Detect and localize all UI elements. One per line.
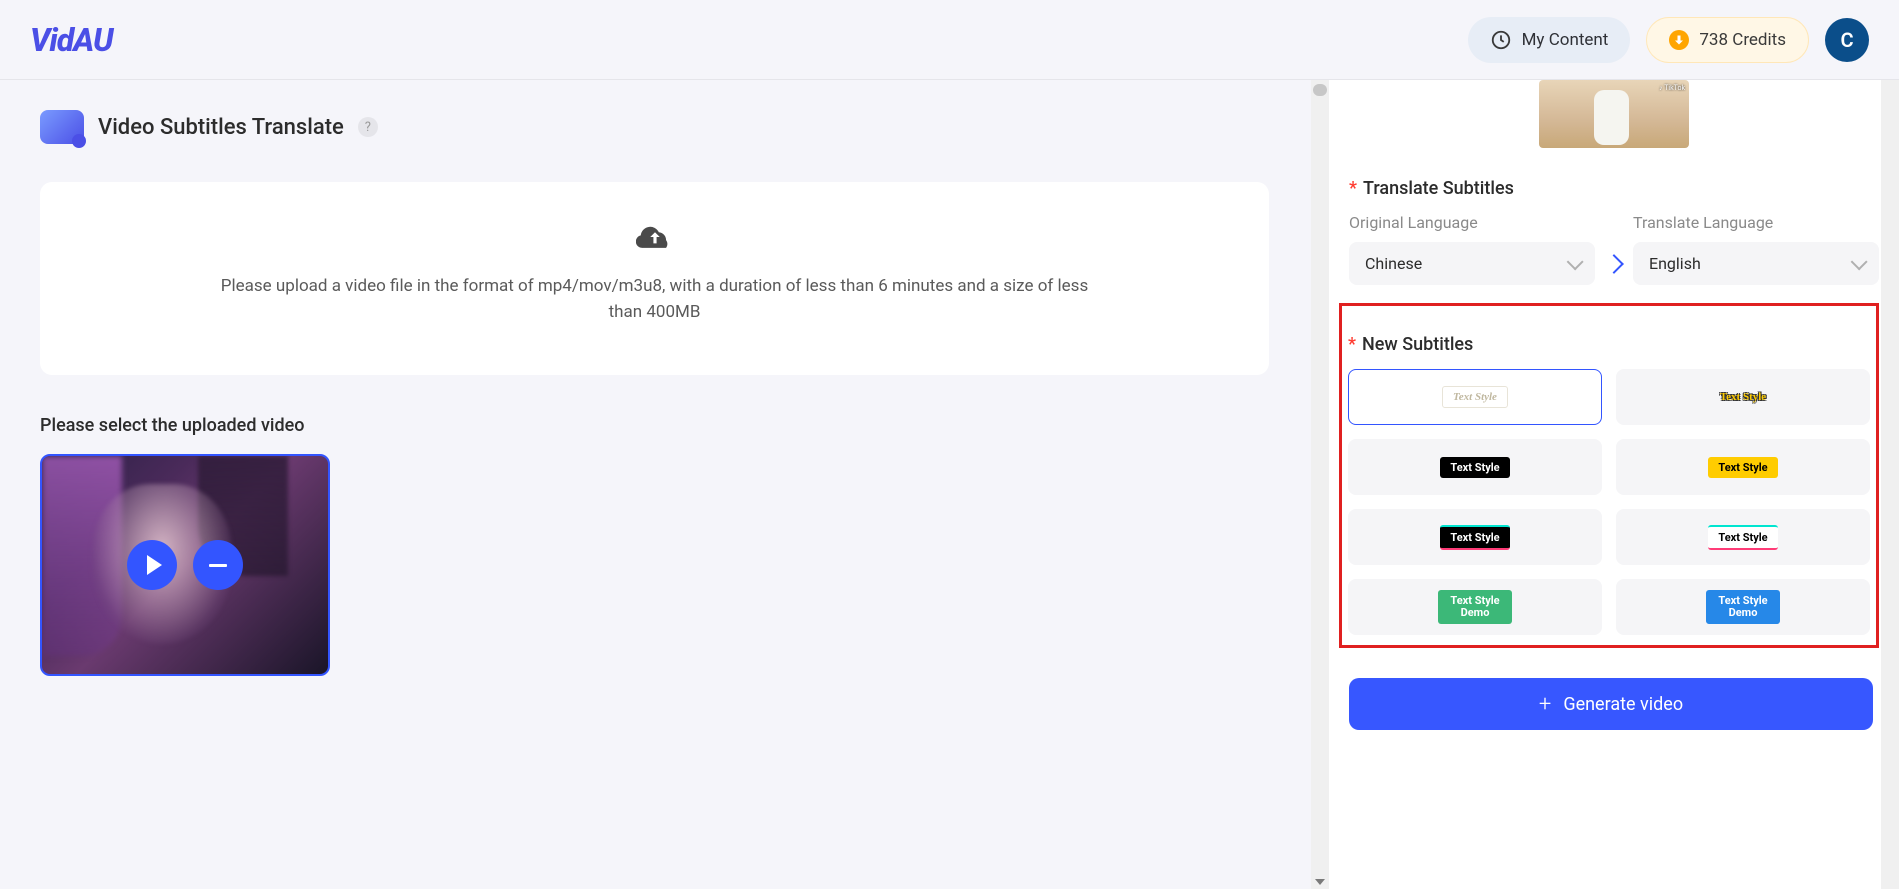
subtitle-style-option[interactable]: Text Style [1348, 439, 1602, 495]
remove-button[interactable] [193, 540, 243, 590]
plus-icon: + [1539, 692, 1551, 717]
thumbnail-controls [127, 540, 243, 590]
original-language-select[interactable]: Chinese [1349, 242, 1595, 285]
translate-language-select[interactable]: English [1633, 242, 1879, 285]
scroll-down-icon [1315, 879, 1325, 885]
page-title: Video Subtitles Translate [98, 115, 344, 140]
upload-instructions: Please upload a video file in the format… [205, 274, 1105, 325]
select-video-label: Please select the uploaded video [40, 415, 1289, 436]
chevron-down-icon [1851, 253, 1868, 270]
my-content-label: My Content [1522, 30, 1609, 50]
left-scrollbar[interactable] [1311, 80, 1329, 889]
required-marker: * [1349, 178, 1357, 199]
right-scrollbar[interactable] [1881, 80, 1899, 889]
subtitle-style-option[interactable]: Text StyleDemo [1348, 579, 1602, 635]
minus-icon [209, 564, 227, 567]
upload-dropzone[interactable]: Please upload a video file in the format… [40, 182, 1269, 375]
video-translate-icon [40, 110, 84, 144]
play-button[interactable] [127, 540, 177, 590]
subtitle-style-option[interactable]: Text Style [1616, 369, 1870, 425]
logo[interactable]: VidAU [30, 21, 113, 59]
subtitle-style-option[interactable]: Text Style [1616, 439, 1870, 495]
original-language-label: Original Language [1349, 213, 1595, 232]
translate-language-col: Translate Language English [1633, 213, 1879, 285]
help-icon[interactable]: ? [358, 117, 378, 137]
subtitle-style-option[interactable]: Text Style [1616, 509, 1870, 565]
avatar[interactable]: C [1825, 18, 1869, 62]
left-panel: Video Subtitles Translate ? Please uploa… [0, 80, 1329, 889]
subtitle-style-option[interactable]: Text Style [1348, 509, 1602, 565]
original-language-col: Original Language Chinese [1349, 213, 1595, 285]
subtitle-style-option[interactable]: Text Style [1348, 369, 1602, 425]
required-marker: * [1348, 334, 1356, 355]
chevron-down-icon [1567, 253, 1584, 270]
generate-video-button[interactable]: + Generate video [1349, 678, 1873, 730]
video-thumbnail[interactable] [40, 454, 330, 676]
main: Video Subtitles Translate ? Please uploa… [0, 80, 1899, 889]
subtitle-styles-grid: Text Style Text Style Text Style Text St… [1348, 369, 1870, 635]
language-row: Original Language Chinese Translate Lang… [1349, 213, 1879, 285]
scrollbar-thumb[interactable] [1313, 84, 1327, 96]
credits-button[interactable]: 738 Credits [1646, 17, 1809, 63]
my-content-button[interactable]: My Content [1468, 17, 1631, 63]
new-subtitles-highlight-box: * New Subtitles Text Style Text Style Te… [1339, 303, 1879, 648]
header-right: My Content 738 Credits C [1468, 17, 1869, 63]
clock-icon [1490, 29, 1512, 51]
play-icon [147, 555, 162, 575]
arrow-right-icon [1604, 254, 1624, 274]
subtitle-style-option[interactable]: Text StyleDemo [1616, 579, 1870, 635]
translate-language-label: Translate Language [1633, 213, 1879, 232]
translate-section-title: * Translate Subtitles [1349, 178, 1879, 199]
video-preview[interactable]: ♪ TikTok [1539, 80, 1689, 148]
page-title-row: Video Subtitles Translate ? [40, 110, 1289, 144]
right-panel: ♪ TikTok * Translate Subtitles Original … [1329, 80, 1899, 889]
header: VidAU My Content 738 Credits C [0, 0, 1899, 80]
subtitles-section-title: * New Subtitles [1348, 334, 1870, 355]
credits-icon [1669, 30, 1689, 50]
credits-label: 738 Credits [1699, 30, 1786, 50]
cloud-upload-icon [636, 222, 674, 252]
